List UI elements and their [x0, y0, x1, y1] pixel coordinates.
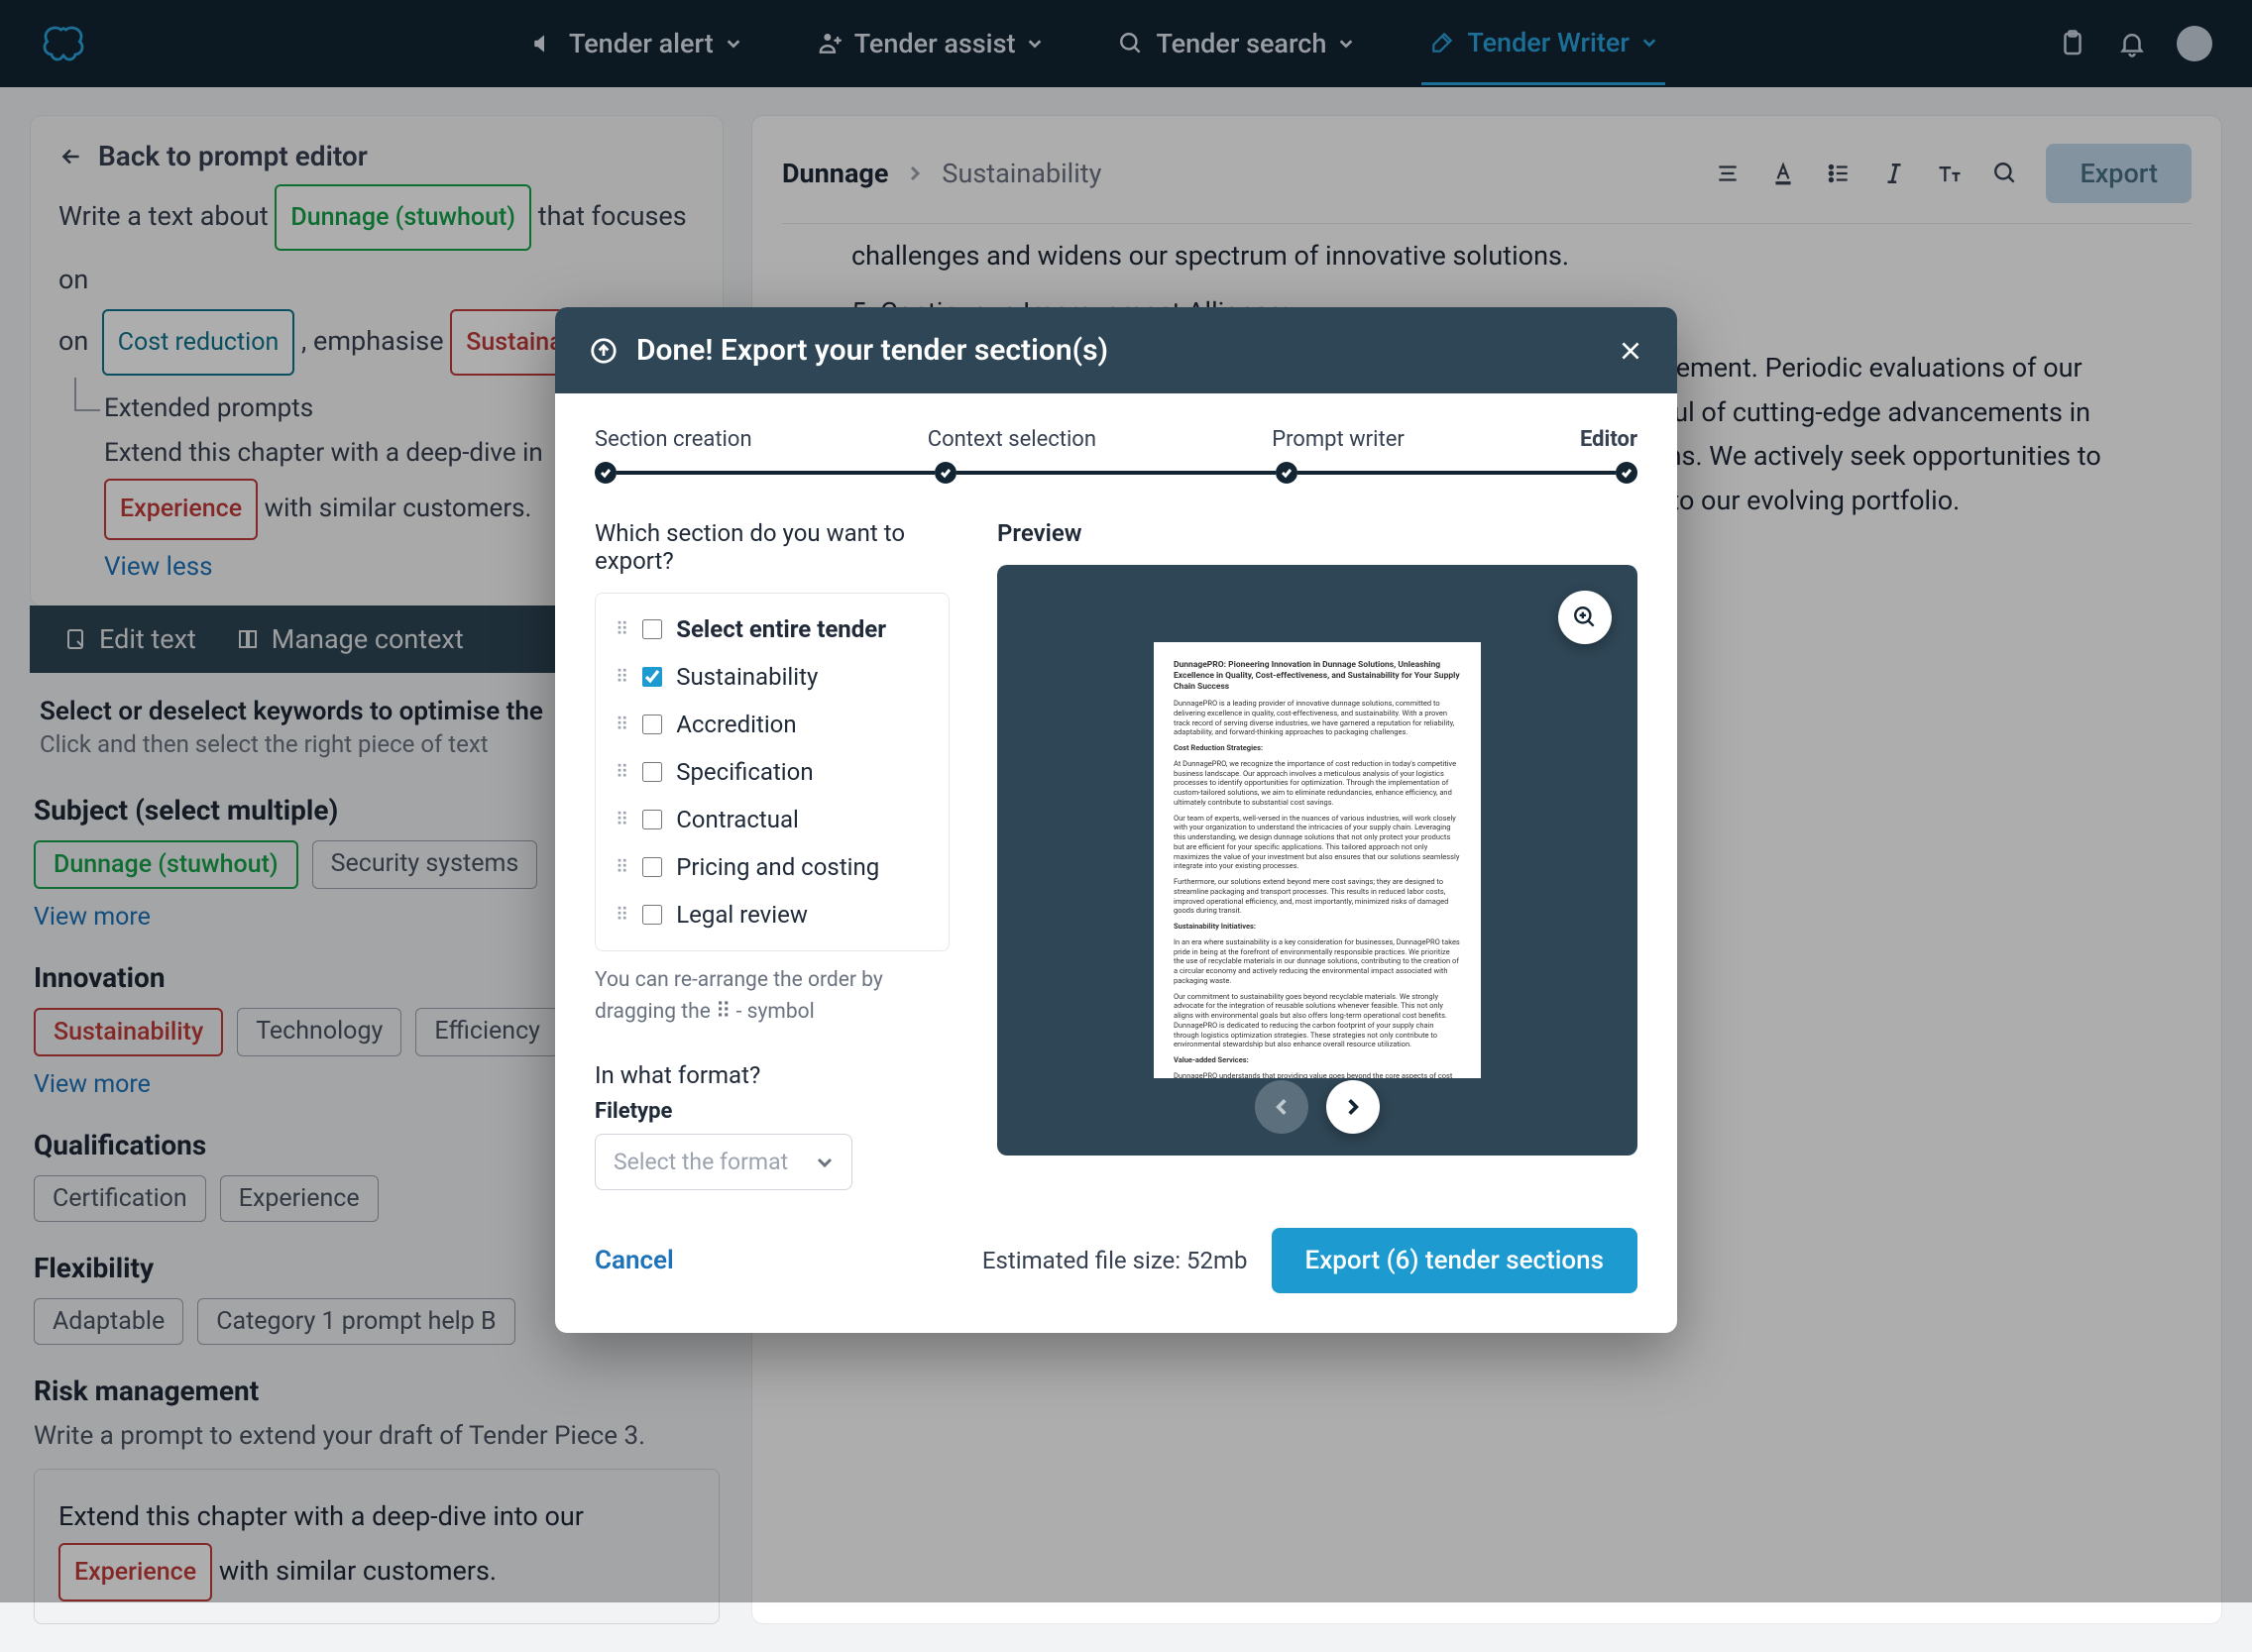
section-row[interactable]: ⠿ Legal review	[596, 891, 949, 938]
drag-handle[interactable]: ⠿	[616, 715, 628, 735]
chevron-down-icon	[816, 1154, 834, 1171]
modal-footer: Cancel Estimated file size: 52mb Export …	[555, 1190, 1677, 1333]
drag-handle[interactable]: ⠿	[616, 667, 628, 688]
section-row[interactable]: ⠿ Select entire tender	[596, 606, 949, 653]
modal-title: Done! Export your tender section(s)	[636, 333, 1108, 368]
preview-label: Preview	[997, 519, 1637, 547]
section-checkbox[interactable]	[642, 619, 662, 639]
section-checkbox[interactable]	[642, 762, 662, 782]
file-size-text: Estimated file size: 52mb	[982, 1247, 1248, 1274]
export-modal: Done! Export your tender section(s) Sect…	[555, 307, 1677, 1333]
section-label: Pricing and costing	[676, 853, 879, 881]
section-checkbox[interactable]	[642, 905, 662, 925]
filetype-select[interactable]: Select the format	[595, 1134, 852, 1190]
preview-prev[interactable]	[1255, 1080, 1308, 1134]
section-label: Legal review	[676, 901, 808, 929]
zoom-button[interactable]	[1558, 591, 1612, 644]
section-row[interactable]: ⠿ Specification	[596, 748, 949, 796]
upload-icon	[589, 336, 619, 366]
section-row[interactable]: ⠿ Contractual	[596, 796, 949, 843]
question-format: In what format?	[595, 1061, 950, 1089]
preview-next[interactable]	[1326, 1080, 1380, 1134]
filetype-label: Filetype	[595, 1099, 950, 1124]
drag-handle[interactable]: ⠿	[616, 619, 628, 640]
section-label: Accredition	[676, 711, 796, 738]
section-list: ⠿ Select entire tender ⠿ Sustainability ⠿ Acc…	[595, 593, 950, 951]
section-label: Sustainability	[676, 663, 818, 691]
cancel-button[interactable]: Cancel	[595, 1246, 674, 1275]
section-row[interactable]: ⠿ Sustainability	[596, 653, 949, 701]
section-checkbox[interactable]	[642, 810, 662, 829]
drag-handle[interactable]: ⠿	[616, 762, 628, 783]
section-label: Select entire tender	[676, 615, 886, 643]
drag-handle[interactable]: ⠿	[616, 857, 628, 878]
close-icon[interactable]	[1618, 338, 1643, 364]
section-row[interactable]: ⠿ Accredition	[596, 701, 949, 748]
section-checkbox[interactable]	[642, 715, 662, 734]
step-3: Prompt writer	[1272, 427, 1405, 452]
step-1: Section creation	[595, 427, 752, 452]
modal-header: Done! Export your tender section(s)	[555, 307, 1677, 393]
section-label: Specification	[676, 758, 813, 786]
step-2: Context selection	[928, 427, 1096, 452]
section-checkbox[interactable]	[642, 857, 662, 877]
drag-handle[interactable]: ⠿	[616, 905, 628, 926]
preview-page: DunnagePRO: Pioneering Innovation in Dun…	[1154, 642, 1481, 1078]
drag-handle[interactable]: ⠿	[616, 810, 628, 830]
section-row[interactable]: ⠿ Pricing and costing	[596, 843, 949, 891]
step-4: Editor	[1580, 427, 1637, 452]
preview-box: DunnagePRO: Pioneering Innovation in Dun…	[997, 565, 1637, 1156]
question-export-which: Which section do you want to export?	[595, 519, 950, 575]
section-checkbox[interactable]	[642, 667, 662, 687]
section-label: Contractual	[676, 806, 799, 833]
drag-hint: You can re-arrange the order by dragging…	[595, 965, 950, 1028]
progress-bar	[595, 462, 1637, 484]
export-sections-button[interactable]: Export (6) tender sections	[1272, 1228, 1637, 1293]
